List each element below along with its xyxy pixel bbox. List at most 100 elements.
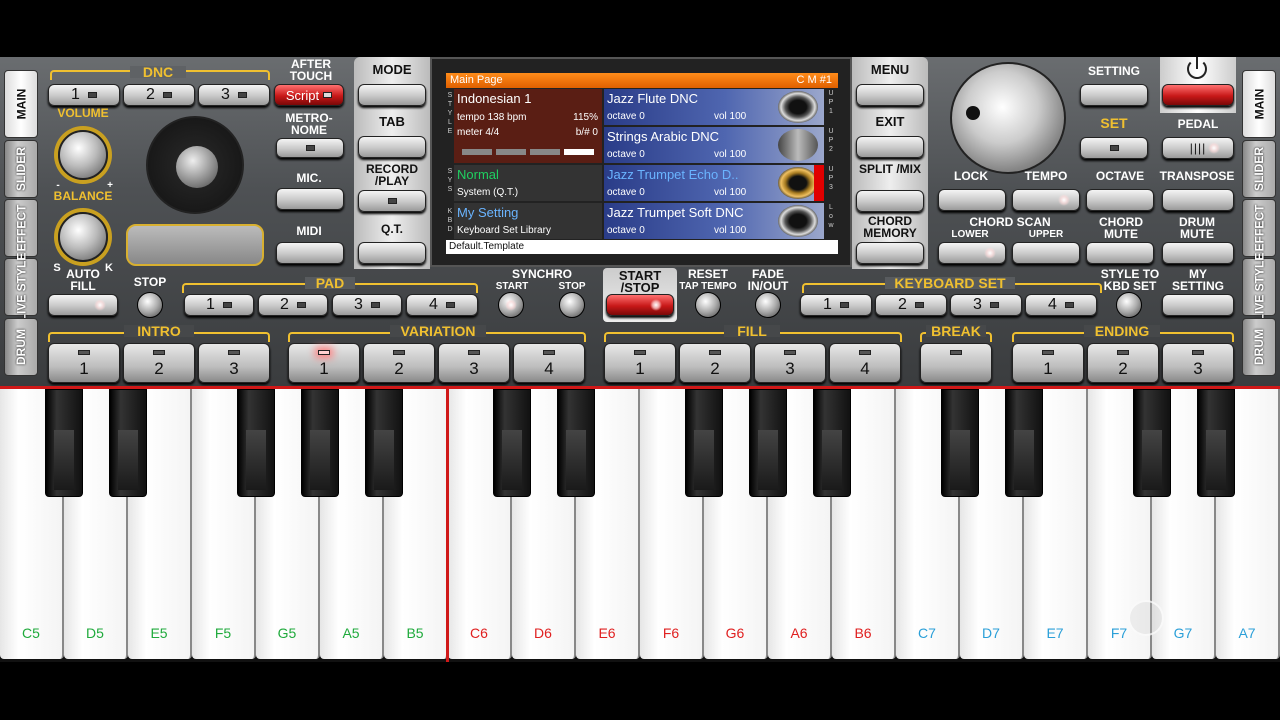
- side-tab-effect-right[interactable]: EFFECT: [1242, 199, 1276, 257]
- intro-3-button[interactable]: 3: [198, 343, 270, 383]
- instrument-upper-3[interactable]: Jazz Trumpet Echo D.. octave 0 vol 100: [604, 165, 824, 201]
- black-key[interactable]: [237, 389, 275, 497]
- fill-4-button[interactable]: 4: [829, 343, 901, 383]
- variation-4-button[interactable]: 4: [513, 343, 585, 383]
- pad-1-button[interactable]: 1: [184, 294, 254, 316]
- style-panel[interactable]: Indonesian 1 tempo 138 bpm 115% meter 4/…: [454, 89, 602, 163]
- black-key[interactable]: [45, 389, 83, 497]
- variation-3-button[interactable]: 3: [438, 343, 510, 383]
- transpose-button[interactable]: [1162, 189, 1234, 211]
- drum-mute-button[interactable]: [1162, 242, 1234, 264]
- style-to-kbd-button[interactable]: [1116, 292, 1142, 318]
- pad-stop-button[interactable]: [137, 292, 163, 318]
- qt-button[interactable]: [358, 242, 426, 264]
- pedal-button[interactable]: ||||: [1162, 137, 1234, 159]
- part-label-up3: U P 3: [828, 166, 834, 191]
- value-dial[interactable]: [950, 62, 1066, 174]
- record-play-button[interactable]: [358, 190, 426, 212]
- instrument-lower[interactable]: Jazz Trumpet Soft DNC octave 0 vol 100: [604, 203, 824, 239]
- metronome-button[interactable]: [276, 138, 344, 158]
- black-key[interactable]: [557, 389, 595, 497]
- pad-4-button[interactable]: 4: [406, 294, 478, 316]
- octave-button[interactable]: [1086, 189, 1154, 211]
- black-key[interactable]: [109, 389, 147, 497]
- synchro-stop-button[interactable]: [559, 292, 585, 318]
- key-label: G6: [725, 625, 745, 641]
- ending-1-button[interactable]: 1: [1012, 343, 1084, 383]
- dnc-3-button[interactable]: 3: [198, 84, 270, 106]
- start-stop-button[interactable]: [606, 294, 674, 316]
- keyboard-set-2-button[interactable]: 2: [875, 294, 947, 316]
- pad-3-button[interactable]: 3: [332, 294, 402, 316]
- black-key[interactable]: [1133, 389, 1171, 497]
- intro-1-button[interactable]: 1: [48, 343, 120, 383]
- pitch-bend-bar[interactable]: [126, 224, 264, 266]
- black-key[interactable]: [749, 389, 787, 497]
- intro-2-button[interactable]: 2: [123, 343, 195, 383]
- system-panel[interactable]: Normal System (Q.T.): [454, 165, 602, 201]
- dnc-1-button[interactable]: 1: [48, 84, 120, 106]
- fade-button[interactable]: [755, 292, 781, 318]
- fill-2-button[interactable]: 2: [679, 343, 751, 383]
- chord-mute-button[interactable]: [1086, 242, 1154, 264]
- keyboard-set-1-button[interactable]: 1: [800, 294, 872, 316]
- side-tab-slider-left[interactable]: SLIDER: [4, 140, 38, 198]
- chord-scan-upper-button[interactable]: [1012, 242, 1080, 264]
- tab-button[interactable]: [358, 136, 426, 158]
- black-key[interactable]: [1197, 389, 1235, 497]
- ending-2-button[interactable]: 2: [1087, 343, 1159, 383]
- black-key[interactable]: [301, 389, 339, 497]
- pad-2-button[interactable]: 2: [258, 294, 328, 316]
- display-footer[interactable]: Default.Template: [446, 240, 838, 254]
- led-icon: [1192, 350, 1204, 355]
- side-tab-drum-left[interactable]: DRUM: [4, 318, 38, 376]
- ending-3-button[interactable]: 3: [1162, 343, 1234, 383]
- side-tab-main-right[interactable]: MAIN: [1242, 70, 1276, 138]
- keyboard-set-4-button[interactable]: 4: [1025, 294, 1097, 316]
- joystick-ball[interactable]: [176, 146, 218, 188]
- beat-indicator-3: [530, 149, 560, 155]
- set-button[interactable]: [1080, 137, 1148, 159]
- dnc-2-button[interactable]: 2: [123, 84, 195, 106]
- black-key[interactable]: [493, 389, 531, 497]
- display-title-bar[interactable]: Main Page C M #1: [446, 73, 838, 88]
- joystick-pad[interactable]: [146, 116, 244, 214]
- rail-char: S: [447, 92, 453, 99]
- power-button[interactable]: [1162, 84, 1234, 106]
- script-button[interactable]: Script: [274, 84, 344, 106]
- chord-memory-button[interactable]: [856, 242, 924, 264]
- side-tab-effect-left[interactable]: EFFECT: [4, 199, 38, 257]
- keyboard-set-panel[interactable]: My Setting Keyboard Set Library: [454, 203, 602, 239]
- menu-button[interactable]: [856, 84, 924, 106]
- side-tab-main-left[interactable]: MAIN: [4, 70, 38, 138]
- side-tab-live-style-right[interactable]: LIVE STYLE: [1242, 253, 1276, 321]
- reset-button[interactable]: [695, 292, 721, 318]
- instrument-upper-1[interactable]: Jazz Flute DNC octave 0 vol 100: [604, 89, 824, 125]
- exit-button[interactable]: [856, 136, 924, 158]
- lock-button[interactable]: [938, 189, 1006, 211]
- black-key[interactable]: [1005, 389, 1043, 497]
- side-tab-slider-right[interactable]: SLIDER: [1242, 140, 1276, 198]
- side-tab-drum-right[interactable]: DRUM: [1242, 318, 1276, 376]
- black-key[interactable]: [365, 389, 403, 497]
- balance-knob[interactable]: [58, 212, 108, 262]
- auto-fill-button[interactable]: [48, 294, 118, 316]
- split-mix-button[interactable]: [856, 190, 924, 212]
- fill-3-button[interactable]: 3: [754, 343, 826, 383]
- volume-knob[interactable]: [58, 130, 108, 180]
- my-setting-button[interactable]: [1162, 294, 1234, 316]
- mic-button[interactable]: [276, 188, 344, 210]
- break-button[interactable]: [920, 343, 992, 383]
- black-key[interactable]: [813, 389, 851, 497]
- fill-1-button[interactable]: 1: [604, 343, 676, 383]
- midi-button[interactable]: [276, 242, 344, 264]
- variation-1-button[interactable]: 1: [288, 343, 360, 383]
- instrument-upper-2[interactable]: Strings Arabic DNC octave 0 vol 100: [604, 127, 824, 163]
- black-key[interactable]: [685, 389, 723, 497]
- side-tab-live-style-left[interactable]: LIVE STYLE: [4, 253, 38, 321]
- keyboard-set-3-button[interactable]: 3: [950, 294, 1022, 316]
- setting-button[interactable]: [1080, 84, 1148, 106]
- black-key[interactable]: [941, 389, 979, 497]
- mode-button[interactable]: [358, 84, 426, 106]
- variation-2-button[interactable]: 2: [363, 343, 435, 383]
